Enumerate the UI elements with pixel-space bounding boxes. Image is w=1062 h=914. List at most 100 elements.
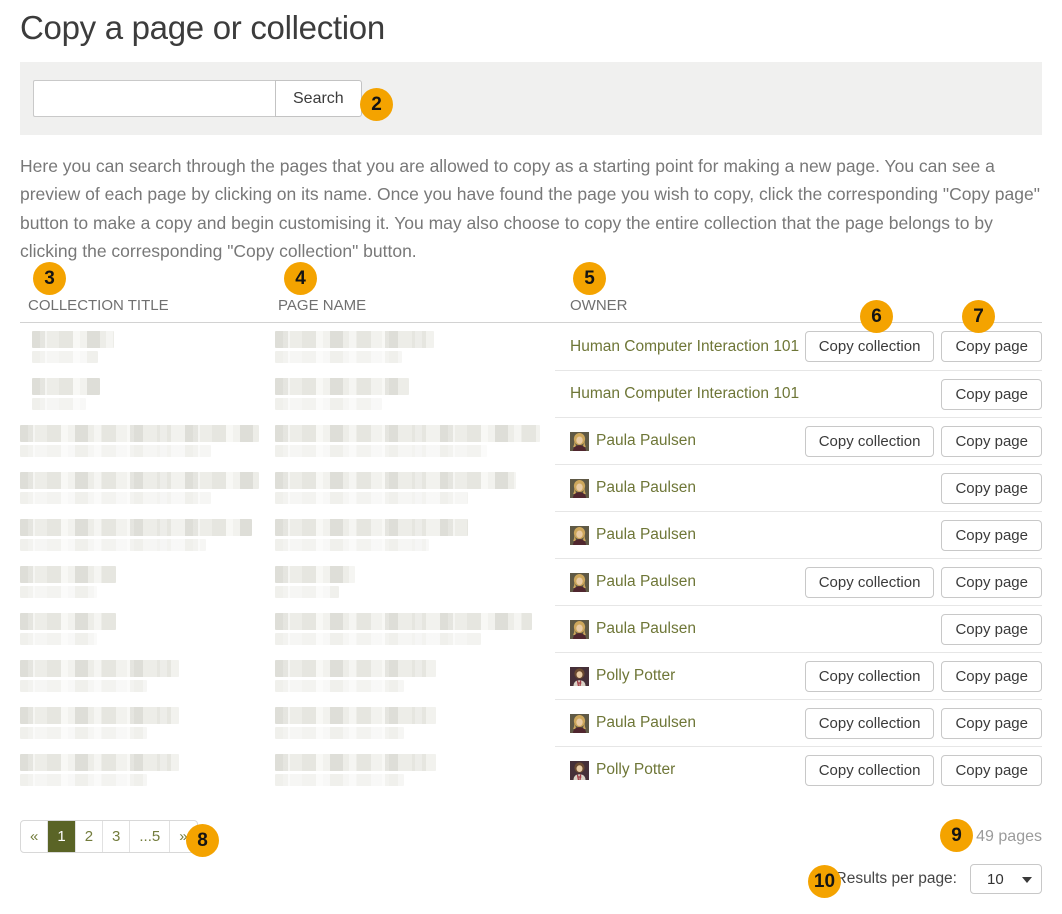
collection-title-redacted[interactable] bbox=[20, 425, 259, 457]
collection-title-redacted[interactable] bbox=[20, 566, 116, 598]
results-per-page-row: Results per page: 10 bbox=[20, 864, 1042, 894]
owner-cell: Paula Paulsen bbox=[555, 714, 805, 733]
collection-title-redacted[interactable] bbox=[20, 472, 259, 504]
page-name-redacted[interactable] bbox=[275, 754, 436, 786]
collection-title-redacted[interactable] bbox=[20, 613, 116, 645]
table-row: Paula Paulsen Copy collection Copy page bbox=[20, 699, 1042, 746]
user-avatar-icon bbox=[570, 479, 589, 498]
step-badge-6: 6 bbox=[860, 300, 893, 333]
copy-page-button[interactable]: Copy page bbox=[941, 520, 1042, 551]
owner-name-link[interactable]: Paula Paulsen bbox=[596, 714, 696, 732]
copy-page-button[interactable]: Copy page bbox=[941, 331, 1042, 362]
copy-page-screen: Copy a page or collection Search Here yo… bbox=[0, 0, 1062, 914]
copy-page-button[interactable]: Copy page bbox=[941, 661, 1042, 692]
pages-table: COLLECTION TITLE PAGE NAME OWNER Human C… bbox=[20, 293, 1042, 793]
column-header-page-name: PAGE NAME bbox=[275, 297, 555, 314]
pager-item-[interactable]: « bbox=[21, 821, 47, 852]
owner-name-link[interactable]: Paula Paulsen bbox=[596, 620, 696, 638]
page-name-redacted[interactable] bbox=[275, 331, 434, 363]
owner-name-link[interactable]: Polly Potter bbox=[596, 761, 675, 779]
copy-page-button[interactable]: Copy page bbox=[941, 755, 1042, 786]
owner-cell: Paula Paulsen bbox=[555, 526, 941, 545]
table-footer: «123...5» 49 pages bbox=[20, 820, 1042, 853]
row-right: Paula Paulsen Copy collection Copy page bbox=[555, 558, 1042, 605]
row-actions: Copy collection Copy page bbox=[805, 708, 1042, 739]
user-avatar-icon bbox=[570, 667, 589, 686]
row-right: Paula Paulsen Copy page bbox=[555, 605, 1042, 652]
page-name-redacted[interactable] bbox=[275, 707, 436, 739]
page-name-redacted[interactable] bbox=[275, 519, 468, 551]
page-name-redacted[interactable] bbox=[275, 378, 409, 410]
page-name-redacted[interactable] bbox=[275, 613, 532, 645]
page-name-redacted[interactable] bbox=[275, 566, 355, 598]
pagination: «123...5» bbox=[20, 820, 198, 853]
user-avatar-icon bbox=[570, 761, 589, 780]
owner-name-link[interactable]: Paula Paulsen bbox=[596, 479, 696, 497]
copy-collection-button[interactable]: Copy collection bbox=[805, 755, 935, 786]
copy-page-button[interactable]: Copy page bbox=[941, 379, 1042, 410]
user-avatar-icon bbox=[570, 432, 589, 451]
table-row: Paula Paulsen Copy page bbox=[20, 511, 1042, 558]
pager-item-2[interactable]: 2 bbox=[75, 821, 102, 852]
pager-item-3[interactable]: 3 bbox=[102, 821, 129, 852]
copy-page-button[interactable]: Copy page bbox=[941, 708, 1042, 739]
collection-title-redacted[interactable] bbox=[20, 754, 179, 786]
row-actions: Copy page bbox=[941, 379, 1042, 410]
copy-page-button[interactable]: Copy page bbox=[941, 567, 1042, 598]
page-title: Copy a page or collection bbox=[20, 0, 1042, 47]
owner-name-link[interactable]: Paula Paulsen bbox=[596, 432, 696, 450]
pager-item-1[interactable]: 1 bbox=[47, 821, 74, 852]
results-per-page-label: Results per page: bbox=[836, 870, 958, 888]
collection-title-redacted[interactable] bbox=[32, 378, 100, 410]
owner-cell: Polly Potter bbox=[555, 761, 805, 780]
collection-title-redacted[interactable] bbox=[20, 519, 252, 551]
owner-cell: Paula Paulsen bbox=[555, 620, 941, 639]
results-per-page-select[interactable]: 10 bbox=[970, 864, 1042, 894]
owner-name-link[interactable]: Polly Potter bbox=[596, 667, 675, 685]
collection-title-redacted[interactable] bbox=[20, 660, 179, 692]
user-avatar-icon bbox=[570, 714, 589, 733]
step-badge-10: 10 bbox=[808, 865, 841, 898]
copy-page-button[interactable]: Copy page bbox=[941, 426, 1042, 457]
step-badge-8: 8 bbox=[186, 824, 219, 857]
owner-cell: Human Computer Interaction 101 bbox=[555, 338, 805, 356]
copy-page-button[interactable]: Copy page bbox=[941, 473, 1042, 504]
row-actions: Copy page bbox=[941, 614, 1042, 645]
row-right: Paula Paulsen Copy page bbox=[555, 511, 1042, 558]
owner-name-link[interactable]: Paula Paulsen bbox=[596, 526, 696, 544]
owner-cell: Paula Paulsen bbox=[555, 573, 805, 592]
table-row: Paula Paulsen Copy collection Copy page bbox=[20, 417, 1042, 464]
row-right: Paula Paulsen Copy collection Copy page bbox=[555, 417, 1042, 464]
collection-title-redacted[interactable] bbox=[32, 331, 114, 363]
search-input[interactable] bbox=[33, 80, 275, 117]
copy-collection-button[interactable]: Copy collection bbox=[805, 661, 935, 692]
pager-item-5[interactable]: ...5 bbox=[129, 821, 169, 852]
row-right: Human Computer Interaction 101 Copy page bbox=[555, 370, 1042, 417]
page-name-redacted[interactable] bbox=[275, 472, 516, 504]
copy-collection-button[interactable]: Copy collection bbox=[805, 567, 935, 598]
owner-name-link[interactable]: Human Computer Interaction 101 bbox=[570, 338, 799, 356]
copy-collection-button[interactable]: Copy collection bbox=[805, 331, 935, 362]
row-right: Polly Potter Copy collection Copy page bbox=[555, 652, 1042, 699]
search-button[interactable]: Search bbox=[275, 80, 362, 117]
owner-name-link[interactable]: Human Computer Interaction 101 bbox=[570, 385, 799, 403]
results-per-page-value: 10 bbox=[987, 871, 1004, 888]
page-description: Here you can search through the pages th… bbox=[20, 152, 1042, 265]
step-badge-5: 5 bbox=[573, 262, 606, 295]
row-actions: Copy page bbox=[941, 473, 1042, 504]
page-name-redacted[interactable] bbox=[275, 425, 540, 457]
row-right: Paula Paulsen Copy page bbox=[555, 464, 1042, 511]
table-row: Paula Paulsen Copy page bbox=[20, 605, 1042, 652]
row-actions: Copy collection Copy page bbox=[805, 331, 1042, 362]
copy-collection-button[interactable]: Copy collection bbox=[805, 426, 935, 457]
page-name-redacted[interactable] bbox=[275, 660, 436, 692]
copy-collection-button[interactable]: Copy collection bbox=[805, 708, 935, 739]
table-row: Paula Paulsen Copy page bbox=[20, 464, 1042, 511]
step-badge-4: 4 bbox=[284, 262, 317, 295]
copy-page-button[interactable]: Copy page bbox=[941, 614, 1042, 645]
table-body: Human Computer Interaction 101 Copy coll… bbox=[20, 323, 1042, 793]
owner-name-link[interactable]: Paula Paulsen bbox=[596, 573, 696, 591]
row-right: Paula Paulsen Copy collection Copy page bbox=[555, 699, 1042, 746]
user-avatar-icon bbox=[570, 526, 589, 545]
collection-title-redacted[interactable] bbox=[20, 707, 179, 739]
